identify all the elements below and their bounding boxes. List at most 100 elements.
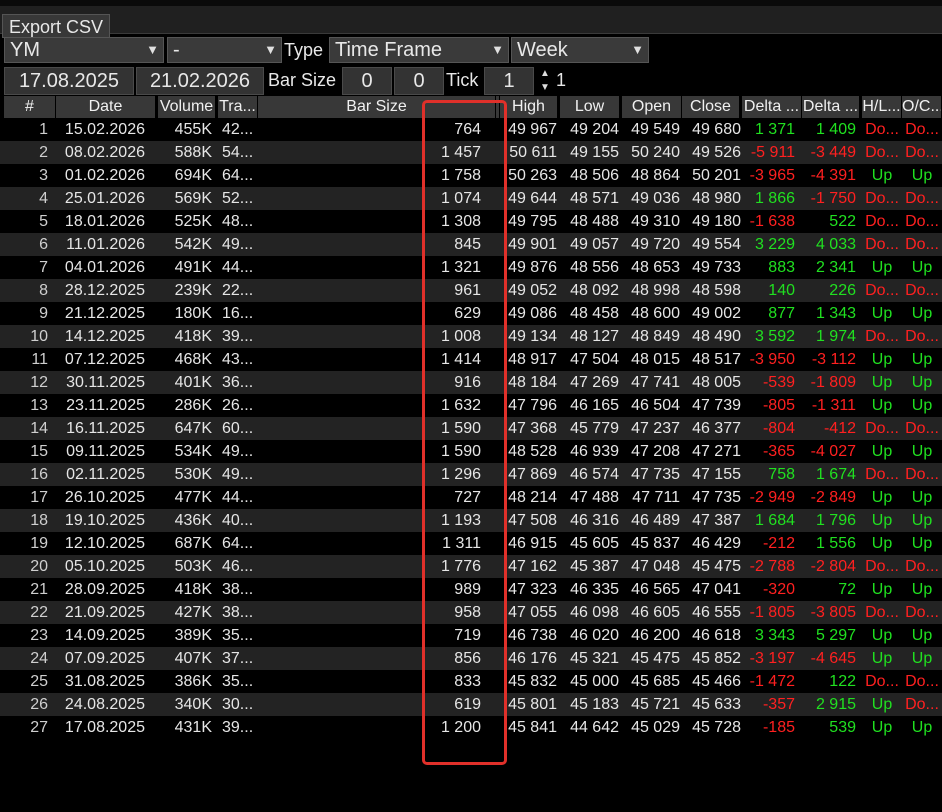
cell-volume: 286K	[174, 397, 212, 414]
cell-bar-size: 1 758	[440, 167, 481, 184]
table-row[interactable]: 21 28.09.2025 418K 38... 989 47 323 46 335 46 5…	[0, 578, 942, 601]
cell-oc: Do...	[905, 558, 939, 575]
table-row[interactable]: 4 25.01.2026 569K 52... 1 074 49 644 48 571 49 …	[0, 187, 942, 210]
cell-trades: 52...	[222, 190, 254, 207]
chevron-down-icon: ▼	[631, 42, 644, 57]
header-col-delta-1[interactable]: Delta ...	[742, 96, 802, 118]
symbol-sub-value: -	[173, 39, 180, 61]
cell-hl: Up	[871, 627, 893, 644]
period-value: Week	[517, 39, 568, 61]
table-row[interactable]: 13 23.11.2025 286K 26... 1 632 47 796 46 165 46…	[0, 394, 942, 417]
cell-bar-size: 845	[454, 236, 481, 253]
header-col-trades[interactable]: Tra...	[218, 96, 258, 118]
table-row[interactable]: 14 16.11.2025 647K 60... 1 590 47 368 45 779 47…	[0, 417, 942, 440]
header-col-low[interactable]: Low	[560, 96, 620, 118]
type-select[interactable]: Time Frame ▼	[329, 37, 509, 63]
cell-hl: Up	[871, 512, 893, 529]
cell-hl: Up	[871, 167, 893, 184]
cell-delta-2: -1 311	[811, 397, 856, 414]
spinner-down-icon[interactable]: ▼	[537, 81, 553, 95]
chevron-down-icon: ▼	[264, 42, 277, 57]
table-row[interactable]: 17 26.10.2025 477K 44... 727 48 214 47 488 47 7…	[0, 486, 942, 509]
table-row[interactable]: 8 28.12.2025 239K 22... 961 49 052 48 092 48 99…	[0, 279, 942, 302]
cell-row-number: 26	[30, 696, 48, 713]
table-row[interactable]: 15 09.11.2025 534K 49... 1 590 48 528 46 939 47…	[0, 440, 942, 463]
tick-input[interactable]: 1	[484, 67, 534, 95]
table-row[interactable]: 16 02.11.2025 530K 49... 1 296 47 869 46 574 47…	[0, 463, 942, 486]
cell-delta-2: 2 341	[815, 259, 856, 276]
header-col-high[interactable]: High	[500, 96, 558, 118]
cell-volume: 588K	[174, 144, 212, 161]
table-row[interactable]: 25 31.08.2025 386K 35... 833 45 832 45 000 45 6…	[0, 670, 942, 693]
cell-volume: 542K	[174, 236, 212, 253]
filter-row-2: 17.08.2025 21.02.2026 Bar Size 0 0 Tick …	[0, 65, 942, 96]
table-row[interactable]: 27 17.08.2025 431K 39... 1 200 45 841 44 642 45…	[0, 716, 942, 739]
bar-size-min-input[interactable]: 0	[342, 67, 392, 95]
symbol-select[interactable]: YM ▼	[4, 37, 164, 63]
table-row[interactable]: 10 14.12.2025 418K 39... 1 008 49 134 48 127 48…	[0, 325, 942, 348]
cell-delta-2: -1 750	[810, 190, 856, 207]
header-col-date[interactable]: Date	[56, 96, 156, 118]
table-row[interactable]: 2 08.02.2026 588K 54... 1 457 50 611 49 155 50 …	[0, 141, 942, 164]
table-row[interactable]: 20 05.10.2025 503K 46... 1 776 47 162 45 387 47…	[0, 555, 942, 578]
period-select[interactable]: Week ▼	[511, 37, 649, 63]
table-row[interactable]: 19 12.10.2025 687K 64... 1 311 46 915 45 605 45…	[0, 532, 942, 555]
cell-row-number: 27	[30, 719, 48, 736]
cell-row-number: 7	[39, 259, 48, 276]
cell-trades: 37...	[222, 650, 254, 667]
cell-delta-2: -3 805	[810, 604, 856, 621]
cell-delta-2: 539	[829, 719, 856, 736]
date-to-input[interactable]: 21.02.2026	[136, 67, 264, 95]
header-col-hl[interactable]: H/L...	[862, 96, 902, 118]
cell-hl: Up	[871, 581, 893, 598]
cell-bar-size: 1 457	[440, 144, 481, 161]
date-from-input[interactable]: 17.08.2025	[4, 67, 134, 95]
cell-row-number: 13	[30, 397, 48, 414]
cell-volume: 418K	[174, 581, 212, 598]
cell-hl: Up	[871, 397, 893, 414]
table-row[interactable]: 9 21.12.2025 180K 16... 629 49 086 48 458 48 60…	[0, 302, 942, 325]
table-row[interactable]: 18 19.10.2025 436K 40... 1 193 47 508 46 316 46…	[0, 509, 942, 532]
cell-volume: 468K	[174, 351, 212, 368]
header-col-volume[interactable]: Volume	[158, 96, 216, 118]
header-col-delta-2[interactable]: Delta ...	[802, 96, 860, 118]
cell-oc: Up	[911, 374, 933, 391]
table-row[interactable]: 26 24.08.2025 340K 30... 619 45 801 45 183 45 7…	[0, 693, 942, 716]
table-row[interactable]: 1 15.02.2026 455K 42... 764 49 967 49 204 49 54…	[0, 118, 942, 141]
cell-volume: 534K	[174, 443, 212, 460]
header-col-oc[interactable]: O/C...	[902, 96, 942, 118]
table-row[interactable]: 6 11.01.2026 542K 49... 845 49 901 49 057 49 72…	[0, 233, 942, 256]
cell-delta-2: -4 645	[810, 650, 856, 667]
cell-trades: 48...	[222, 213, 254, 230]
cell-volume: 340K	[174, 696, 212, 713]
table-row[interactable]: 3 01.02.2026 694K 64... 1 758 50 263 48 506 48 …	[0, 164, 942, 187]
cell-trades: 43...	[222, 351, 254, 368]
tick-spinner[interactable]: ▲ ▼	[537, 67, 553, 95]
header-col-number[interactable]: #	[4, 96, 56, 118]
cell-volume: 239K	[174, 282, 212, 299]
header-col-bar-size[interactable]: Bar Size	[258, 96, 496, 118]
header-col-close[interactable]: Close	[682, 96, 740, 118]
chevron-down-icon: ▼	[491, 42, 504, 57]
cell-row-number: 4	[39, 190, 48, 207]
bar-size-max-input[interactable]: 0	[394, 67, 444, 95]
cell-oc: Do...	[905, 236, 939, 253]
table-row[interactable]: 7 04.01.2026 491K 44... 1 321 49 876 48 556 48 …	[0, 256, 942, 279]
cell-volume: 569K	[174, 190, 212, 207]
cell-bar-size: 629	[454, 305, 481, 322]
spinner-up-icon[interactable]: ▲	[537, 67, 553, 81]
table-row[interactable]: 11 07.12.2025 468K 43... 1 414 48 917 47 504 48…	[0, 348, 942, 371]
table-row[interactable]: 12 30.11.2025 401K 36... 916 48 184 47 269 47 7…	[0, 371, 942, 394]
cell-bar-size: 1 296	[440, 466, 481, 483]
cell-delta-2: 72	[838, 581, 856, 598]
type-value: Time Frame	[335, 39, 443, 61]
table-row[interactable]: 5 18.01.2026 525K 48... 1 308 49 795 48 488 49 …	[0, 210, 942, 233]
cell-row-number: 9	[39, 305, 48, 322]
table-row[interactable]: 23 14.09.2025 389K 35... 719 46 738 46 020 46 2…	[0, 624, 942, 647]
symbol-sub-select[interactable]: - ▼	[167, 37, 282, 63]
table-row[interactable]: 24 07.09.2025 407K 37... 856 46 176 45 321 45 4…	[0, 647, 942, 670]
table-row[interactable]: 22 21.09.2025 427K 38... 958 47 055 46 098 46 6…	[0, 601, 942, 624]
header-col-open[interactable]: Open	[622, 96, 682, 118]
cell-volume: 386K	[174, 673, 212, 690]
cell-bar-size: 833	[454, 673, 481, 690]
